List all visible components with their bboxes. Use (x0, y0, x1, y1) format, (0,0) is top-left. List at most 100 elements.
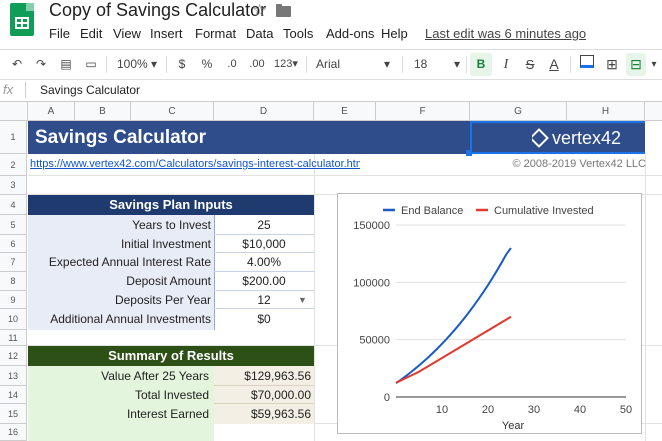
menu-format[interactable]: Format (195, 26, 236, 41)
column-header-a[interactable]: A (28, 102, 75, 121)
column-header-h[interactable]: H (567, 102, 645, 121)
zoom-select[interactable]: 100% ▾ (114, 50, 160, 79)
row-header-9[interactable]: 9 (0, 291, 27, 309)
formula-input[interactable]: Savings Calculator (40, 83, 140, 97)
initial-investment-input[interactable]: $10,000 (214, 235, 314, 253)
row-header-12[interactable]: 12 (0, 346, 27, 366)
y-tick-label: 0 (384, 392, 390, 404)
menu-edit[interactable]: Edit (80, 26, 102, 41)
sheets-logo-icon[interactable] (10, 3, 34, 36)
column-header-overflow (645, 102, 662, 121)
font-size-select[interactable]: 18 ▾ (410, 50, 462, 79)
menu-insert[interactable]: Insert (150, 26, 183, 41)
x-tick-label: 50 (620, 404, 632, 416)
additional-investments-input[interactable]: $0 (214, 309, 314, 330)
menu-addons[interactable]: Add-ons (326, 26, 374, 41)
font-select[interactable]: Arial ▾ (316, 50, 396, 79)
select-all-corner[interactable] (0, 102, 28, 121)
row-header-13[interactable]: 13 (0, 366, 27, 386)
total-invested-output[interactable]: $70,000.00 (214, 386, 314, 404)
column-header-e[interactable]: E (314, 102, 376, 121)
row-header-8[interactable]: 8 (0, 272, 27, 291)
x-tick-label: 30 (528, 404, 540, 416)
bold-button[interactable]: B (470, 53, 492, 76)
undo-icon[interactable]: ↶ (8, 50, 26, 79)
row-header-1[interactable]: 1 (0, 121, 27, 154)
more-formats-select[interactable]: 123▾ (271, 50, 301, 79)
row-header-10[interactable]: 10 (0, 309, 27, 330)
percent-format-button[interactable]: % (199, 50, 215, 79)
gridline (28, 175, 662, 176)
brand-name: vertex42 (552, 128, 622, 148)
row-header-3[interactable]: 3 (0, 176, 27, 195)
row-header-14[interactable]: 14 (0, 386, 27, 404)
menu-help[interactable]: Help (381, 26, 408, 41)
interest-rate-input[interactable]: 4.00% (214, 253, 314, 272)
vertex42-logo-icon (532, 128, 549, 148)
paint-format-icon[interactable]: ▭ (82, 50, 100, 79)
star-icon[interactable]: ☆ (252, 1, 267, 21)
interest-earned-output[interactable]: $59,963.56 (214, 404, 314, 424)
menu-tools[interactable]: Tools (283, 26, 313, 41)
borders-icon[interactable]: ⊞ (603, 50, 621, 79)
italic-icon[interactable]: I (497, 50, 515, 79)
y-tick-label: 50000 (359, 335, 390, 347)
row-header-5[interactable]: 5 (0, 215, 27, 235)
y-tick-label: 100000 (353, 277, 390, 289)
row-header-16[interactable]: 16 (0, 424, 27, 441)
decrease-decimal-button[interactable]: .0 (222, 50, 242, 79)
merge-dropdown-icon[interactable]: ▾ (648, 50, 660, 79)
x-tick-label: 20 (482, 404, 494, 416)
row-header-7[interactable]: 7 (0, 253, 27, 272)
folder-icon[interactable] (276, 4, 291, 17)
column-header-b[interactable]: B (75, 102, 131, 121)
deposits-per-year-label: Deposits Per Year (114, 293, 211, 307)
font-size-value: 18 (414, 57, 428, 71)
menu-data[interactable]: Data (246, 26, 273, 41)
years-to-invest-input[interactable]: 25 (214, 215, 314, 235)
column-header-f[interactable]: F (376, 102, 470, 121)
sheet-title[interactable]: Savings Calculator (28, 121, 470, 154)
x-tick-label: 40 (574, 404, 586, 416)
initial-investment-label: Initial Investment (120, 237, 211, 251)
redo-icon[interactable]: ↷ (32, 50, 50, 79)
column-header-c[interactable]: C (131, 102, 214, 121)
value-after-output[interactable]: $129,963.56 (214, 366, 314, 386)
dropdown-arrow-icon[interactable]: ▼ (298, 292, 310, 308)
legend-label: Cumulative Invested (494, 205, 594, 217)
fx-icon: fx (3, 82, 14, 97)
row-header-11[interactable]: 11 (0, 330, 27, 346)
last-edit-link[interactable]: Last edit was 6 minutes ago (425, 26, 586, 41)
inputs-header: Savings Plan Inputs (28, 195, 314, 215)
summary-header: Summary of Results (28, 346, 314, 366)
calculator-link[interactable]: https://www.vertex42.com/Calculators/sav… (30, 158, 360, 174)
series-line-cumulative-invested (395, 315, 512, 384)
gridline (314, 154, 315, 441)
menu-view[interactable]: View (113, 26, 141, 41)
row-header-6[interactable]: 6 (0, 235, 27, 253)
total-invested-label: Total Invested (134, 388, 209, 402)
formula-bar-divider (25, 82, 26, 98)
row-header-2[interactable]: 2 (0, 154, 27, 176)
row-header-15[interactable]: 15 (0, 404, 27, 424)
deposit-amount-input[interactable]: $200.00 (214, 272, 314, 291)
print-icon[interactable]: ▤ (57, 50, 75, 79)
text-color-button[interactable]: A (545, 50, 563, 79)
fill-color-icon[interactable] (578, 50, 596, 79)
column-header-d[interactable]: D (214, 102, 314, 121)
zoom-value: 100% (116, 57, 148, 71)
brand-logo[interactable]: vertex42 (532, 127, 642, 149)
deposit-amount-label: Deposit Amount (126, 274, 211, 288)
increase-decimal-button[interactable]: .00 (246, 50, 268, 79)
row-header-4[interactable]: 4 (0, 195, 27, 215)
merge-cells-icon[interactable]: ⊟ (626, 53, 646, 76)
balance-chart[interactable]: 0 50000 100000 150000 10 20 30 40 50 Year End Bala… (337, 193, 642, 434)
series-line-end-balance (395, 247, 512, 385)
strikethrough-button[interactable]: S (521, 50, 539, 79)
menu-file[interactable]: File (49, 26, 70, 41)
column-header-g[interactable]: G (470, 102, 567, 121)
document-title[interactable]: Copy of Savings Calculator (49, 0, 266, 21)
currency-format-button[interactable]: $ (175, 50, 189, 79)
value-after-label: Value After 25 Years (101, 369, 209, 383)
x-axis-label: Year (502, 420, 525, 432)
